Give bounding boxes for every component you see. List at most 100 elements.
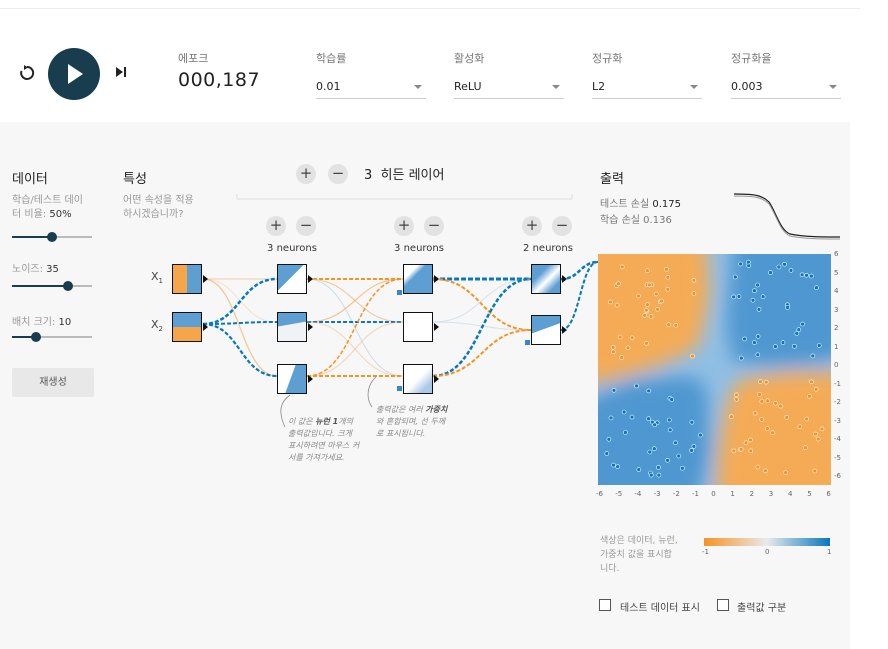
reset-icon[interactable] (16, 62, 38, 84)
data-point (673, 440, 678, 446)
loss-curve (734, 193, 840, 240)
callout-arrow (367, 376, 377, 408)
main-panel: 데이터 학습/테스트 데이 터 비율: 50% 노이즈: 35 배치 크기: 1… (0, 122, 850, 649)
data-point (651, 446, 657, 451)
slider-thumb[interactable] (63, 281, 73, 291)
regularization-select[interactable]: L2 (592, 76, 702, 99)
feature-x1-node[interactable] (172, 264, 202, 294)
data-point (756, 307, 762, 312)
data-point (763, 379, 769, 385)
show-test-data-checkbox[interactable] (599, 599, 611, 611)
data-point (669, 397, 674, 402)
neuron[interactable] (403, 364, 433, 394)
data-point (665, 274, 671, 280)
data-point (738, 446, 744, 452)
activation-select[interactable]: ReLU (454, 76, 564, 99)
discretize-checkbox[interactable] (717, 599, 729, 611)
data-point (698, 432, 703, 438)
x1-text: X (151, 270, 159, 283)
slider-thumb[interactable] (31, 332, 41, 342)
data-point (760, 294, 766, 300)
batch-label: 배치 크기: 10 (12, 316, 71, 330)
neuron[interactable] (531, 315, 561, 345)
data-point (738, 261, 743, 267)
noise-slider[interactable] (12, 281, 92, 291)
feature-x2-node[interactable] (172, 312, 202, 342)
y-axis-tick: -3 (834, 416, 841, 425)
neuron[interactable] (277, 312, 307, 342)
data-point (807, 394, 812, 399)
x-axis-tick: 6 (826, 490, 831, 498)
data-point (629, 414, 635, 420)
data-point (759, 417, 764, 422)
layer3-neuron-count: 2 neurons (523, 243, 573, 254)
node-output-marker (434, 323, 439, 331)
data-point (667, 427, 673, 433)
remove-neuron-button[interactable]: − (296, 216, 316, 236)
reg-rate-value: 0.003 (731, 80, 763, 93)
data-point (621, 409, 627, 415)
regenerate-button[interactable]: 재생성 (12, 368, 94, 397)
remove-neuron-button[interactable]: − (424, 216, 444, 236)
slider-thumb[interactable] (47, 232, 57, 242)
reg-rate-select[interactable]: 0.003 (731, 76, 841, 99)
data-point (606, 436, 612, 442)
data-point (659, 298, 664, 304)
output-heatmap[interactable] (598, 254, 831, 485)
remove-neuron-button[interactable]: − (552, 216, 572, 236)
node-output-marker (434, 375, 439, 383)
batch-slider[interactable] (12, 332, 92, 342)
y-axis-tick: 6 (834, 250, 839, 258)
slider-fill (12, 285, 68, 287)
data-point (794, 331, 800, 336)
data-point (750, 297, 756, 303)
y-axis-tick: -6 (834, 472, 841, 480)
step-icon[interactable] (113, 64, 129, 80)
add-neuron-button[interactable]: + (394, 216, 414, 236)
play-button[interactable] (48, 48, 100, 100)
data-point (648, 472, 654, 478)
data-point (691, 277, 697, 283)
epoch-value: 000,187 (178, 69, 261, 91)
data-point (611, 388, 617, 393)
play-icon (68, 64, 83, 84)
x-axis-tick: 2 (749, 490, 755, 498)
data-point (809, 273, 814, 279)
x-axis-tick: -3 (653, 490, 661, 498)
ratio-slider[interactable] (12, 232, 92, 242)
x2-text: X (151, 318, 159, 331)
hidden-count: 3 (364, 168, 373, 183)
data-point (804, 272, 809, 278)
noise-label: 노이즈: 35 (12, 263, 59, 277)
neuron-callout: 이 값은 뉴런 1개의 출력값입니다. 크게 표시하려면 마우스 커 서를 가져… (288, 416, 374, 464)
regularization-label: 정규화 (592, 52, 623, 65)
neuron[interactable] (531, 264, 561, 294)
node-output-marker (308, 323, 313, 331)
remove-layer-button[interactable]: − (328, 164, 348, 184)
layer2-neuron-count: 3 neurons (394, 243, 444, 254)
add-layer-button[interactable]: + (296, 164, 316, 184)
y-axis-tick: 4 (834, 287, 839, 295)
data-point (636, 467, 642, 472)
add-neuron-button[interactable]: + (522, 216, 542, 236)
data-point (765, 398, 770, 403)
data-point (665, 286, 671, 292)
weight-link (306, 278, 404, 377)
chevron-down-icon (414, 85, 422, 89)
data-point (673, 323, 679, 328)
data-point (755, 464, 761, 470)
data-point (815, 436, 821, 442)
neuron[interactable] (277, 364, 307, 394)
data-point (816, 343, 822, 348)
y-axis-tick: 1 (834, 342, 839, 351)
data-point (656, 472, 662, 478)
data-point (734, 392, 739, 398)
add-neuron-button[interactable]: + (266, 216, 286, 236)
data-point (780, 340, 786, 345)
neuron[interactable] (277, 264, 307, 294)
x-axis-tick: -1 (692, 490, 699, 498)
learning-rate-select[interactable]: 0.01 (316, 76, 426, 99)
data-point (656, 465, 661, 470)
neuron[interactable] (403, 312, 433, 342)
neuron[interactable] (403, 264, 433, 294)
